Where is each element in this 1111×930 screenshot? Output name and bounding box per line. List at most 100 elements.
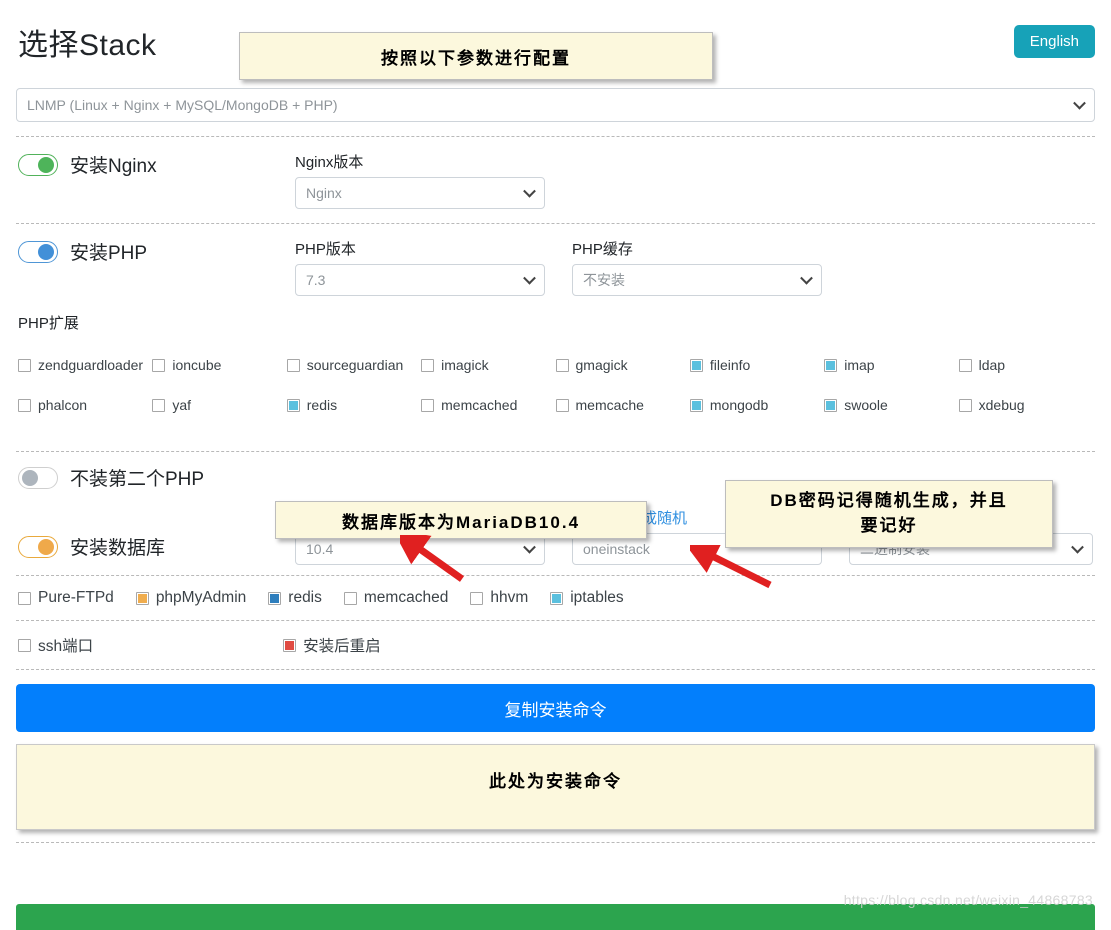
chevron-down-icon [523,184,536,198]
php-version-value: 7.3 [306,272,326,288]
install-database-toggle[interactable] [18,535,58,558]
php-extension-item[interactable]: fileinfo [689,357,824,373]
checkbox-icon[interactable] [550,591,564,605]
checkbox-icon[interactable] [343,591,357,605]
chevron-down-icon [1071,540,1084,554]
chevron-down-icon [800,271,813,285]
app-item-redis[interactable]: redis [268,589,322,607]
checkbox-icon[interactable] [286,358,300,372]
stack-select[interactable]: LNMP (Linux + Nginx + MySQL/MongoDB + PH… [16,88,1095,122]
php-version-select[interactable]: 7.3 [295,264,545,296]
misc-label: ssh端口 [38,638,94,655]
php-extension-item[interactable]: zendguardloader [18,357,152,373]
install-database-label: 安装数据库 [70,538,166,559]
callout-db-password: DB密码记得随机生成，并且 要记好 [725,480,1053,548]
php-extension-item[interactable]: gmagick [555,357,690,373]
checkbox-icon[interactable] [152,398,166,412]
php-extensions-column: gmagick memcache [555,357,690,437]
app-item-iptables[interactable]: iptables [550,589,624,607]
install-command-output: 此处为安装命令 [16,744,1095,830]
php-extension-item[interactable]: yaf [152,397,286,413]
php-extension-label: memcached [441,397,518,413]
php-extensions-column: imap swoole [824,357,958,437]
checkbox-icon[interactable] [18,591,31,605]
misc-item-ssh-port[interactable]: ssh端口 [18,634,93,656]
checkbox-icon[interactable] [135,591,149,605]
chevron-down-icon [1073,96,1086,110]
php-extension-item[interactable]: mongodb [689,397,824,413]
checkbox-icon[interactable] [283,638,297,652]
checkbox-icon[interactable] [555,398,569,412]
nginx-version-select[interactable]: Nginx [295,177,545,209]
app-item-pure-ftpd[interactable]: Pure-FTPd [18,589,114,607]
checkbox-icon[interactable] [421,358,435,372]
php-extension-item[interactable]: imap [824,357,958,373]
php-extension-label: memcache [575,397,644,413]
checkbox-icon[interactable] [689,358,703,372]
php-cache-value: 不安装 [583,272,625,288]
app-item-hhvm[interactable]: hhvm [470,589,528,607]
php-extension-label: mongodb [709,397,769,413]
checkbox-icon[interactable] [470,591,484,605]
checkbox-icon[interactable] [958,398,972,412]
checkbox-icon[interactable] [152,358,166,372]
php-extension-label: swoole [844,397,888,413]
callout-top-instruction: 按照以下参数进行配置 [239,32,713,80]
divider [16,669,1095,670]
second-php-label: 不装第二个PHP [70,469,205,490]
app-label: redis [288,589,322,606]
misc-label: 安装后重启 [303,638,381,655]
chevron-down-icon [523,271,536,285]
nginx-version-value: Nginx [306,185,342,201]
php-extensions-grid: zendguardloader phalcon ioncube yaf sour… [18,357,1093,437]
app-item-memcached[interactable]: memcached [343,589,448,607]
checkbox-icon[interactable] [268,591,282,605]
checkbox-icon[interactable] [824,358,838,372]
php-extension-item[interactable]: redis [286,397,421,413]
misc-item-reboot-after-install[interactable]: 安装后重启 [283,634,381,656]
install-nginx-toggle[interactable] [18,153,58,176]
checkbox-icon[interactable] [18,638,31,652]
php-extensions-column: ioncube yaf [152,357,286,437]
oneinstack-installer-page: 选择Stack English 按照以下参数进行配置 LNMP (Linux +… [0,0,1111,930]
php-extension-item[interactable]: imagick [421,357,555,373]
checkbox-icon[interactable] [421,398,435,412]
php-extension-label: zendguardloader [38,357,144,373]
bottom-green-bar [16,904,1095,930]
php-version-label: PHP版本 [295,241,356,258]
checkbox-icon[interactable] [689,398,703,412]
app-item-phpmyadmin[interactable]: phpMyAdmin [135,589,246,607]
php-extension-item[interactable]: swoole [824,397,958,413]
php-cache-select[interactable]: 不安装 [572,264,822,296]
php-extension-item[interactable]: memcache [555,397,690,413]
php-extension-label: fileinfo [709,357,751,373]
php-extension-item[interactable]: ldap [958,357,1093,373]
install-database-toggle-row[interactable]: 安装数据库 [18,533,295,560]
install-php-toggle-row[interactable]: 安装PHP [18,238,295,265]
php-extension-label: redis [306,397,338,413]
copy-install-command-button[interactable]: 复制安装命令 [16,684,1095,732]
second-php-toggle[interactable] [18,466,58,489]
checkbox-icon[interactable] [824,398,838,412]
php-extension-item[interactable]: ioncube [152,357,286,373]
php-extensions-column: fileinfo mongodb [689,357,824,437]
checkbox-icon[interactable] [286,398,300,412]
checkbox-icon[interactable] [555,358,569,372]
install-php-toggle[interactable] [18,240,58,263]
php-extensions-column: ldap xdebug [958,357,1093,437]
callout-db-password-line1: DB密码记得随机生成，并且 [770,491,1008,511]
language-switch-button[interactable]: English [1013,25,1095,58]
php-extension-item[interactable]: phalcon [18,397,152,413]
misc-checkbox-row: ssh端口 安装后重启 [16,621,1095,669]
checkbox-icon[interactable] [18,358,31,372]
php-extension-item[interactable]: sourceguardian [286,357,421,373]
php-extension-label: ldap [978,357,1006,373]
app-label: iptables [570,589,624,606]
install-nginx-toggle-row[interactable]: 安装Nginx [18,151,295,178]
checkbox-icon[interactable] [958,358,972,372]
callout-db-password-line2: 要记好 [860,516,918,535]
php-extension-item[interactable]: memcached [421,397,555,413]
checkbox-icon[interactable] [18,398,31,412]
php-extension-item[interactable]: xdebug [958,397,1093,413]
nginx-version-label: Nginx版本 [295,154,364,171]
